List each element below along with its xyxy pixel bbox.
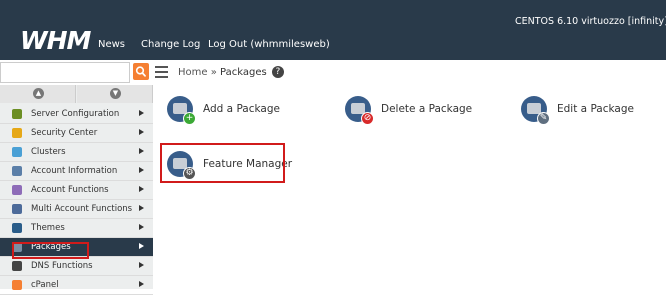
package-action-label: Add a Package	[203, 103, 280, 115]
delete-a-package-link[interactable]: ⊘ Delete a Package	[345, 96, 475, 126]
breadcrumb-separator: »	[210, 67, 217, 78]
whm-logo[interactable]: WHM	[20, 26, 91, 55]
chevron-right-icon	[139, 262, 144, 268]
chevron-right-icon	[139, 205, 144, 211]
sidebar-item-label: DNS Functions	[31, 261, 93, 271]
help-icon[interactable]: ?	[271, 66, 284, 78]
sidebar-item-clusters[interactable]: Clusters	[0, 143, 153, 162]
no-icon: ⊘	[361, 112, 374, 125]
search-button[interactable]	[133, 63, 149, 80]
sidebar-item-security-center[interactable]: Security Center	[0, 124, 153, 143]
server-config-icon	[12, 109, 22, 119]
chevron-down-icon: ▼	[110, 88, 121, 99]
package-action-label: Edit a Package	[557, 103, 634, 115]
sidebar-item-label: Security Center	[31, 128, 98, 138]
sidebar-item-label: Themes	[31, 223, 65, 233]
chevron-right-icon	[139, 281, 144, 287]
clusters-icon	[12, 147, 22, 157]
themes-icon	[12, 223, 22, 233]
chevron-right-icon	[139, 186, 144, 192]
chevron-right-icon	[139, 129, 144, 135]
chevron-right-icon	[139, 167, 144, 173]
sidebar-item-dns-functions[interactable]: DNS Functions	[0, 257, 153, 276]
search-icon	[135, 66, 146, 77]
chevron-right-icon	[139, 224, 144, 230]
sidebar-item-label: Server Configuration	[31, 109, 120, 119]
chevron-right-icon	[139, 243, 144, 249]
sidebar-item-themes[interactable]: Themes	[0, 219, 153, 238]
dns-icon	[12, 261, 22, 271]
breadcrumb-current: Packages	[220, 67, 267, 78]
breadcrumb-home[interactable]: Home	[178, 67, 208, 78]
multi-account-icon	[12, 204, 22, 214]
packages-highlight	[12, 242, 89, 259]
sidebar-item-account-functions[interactable]: Account Functions	[0, 181, 153, 200]
sidebar-item-server-configuration[interactable]: Server Configuration	[0, 105, 153, 124]
sidebar-item-label: Account Functions	[31, 185, 109, 195]
collapse-sidebar-icon[interactable]	[155, 66, 168, 78]
package-action-label: Delete a Package	[381, 103, 473, 115]
sidebar-item-account-information[interactable]: Account Information	[0, 162, 153, 181]
search-input[interactable]	[0, 62, 130, 83]
sidebar-item-cpanel[interactable]: cPanel	[0, 276, 153, 295]
sidebar-item-label: Multi Account Functions	[31, 204, 133, 214]
lock-icon	[12, 128, 22, 138]
chevron-right-icon	[139, 148, 144, 154]
account-functions-icon	[12, 185, 22, 195]
expand-all-button[interactable]: ▲	[0, 85, 76, 103]
account-info-icon	[12, 166, 22, 176]
plus-icon: +	[183, 112, 196, 125]
sidebar-item-label: Account Information	[31, 166, 118, 176]
system-info: CENTOS 6.10 virtuozzo [infinity] v	[515, 16, 666, 27]
add-a-package-link[interactable]: + Add a Package	[167, 96, 297, 126]
sidebar-item-multi-account-functions[interactable]: Multi Account Functions	[0, 200, 153, 219]
feature-manager-highlight	[160, 143, 285, 183]
top-bar: WHM News Change Log Log Out (whmmilesweb…	[0, 0, 666, 60]
sidebar-item-label: Clusters	[31, 147, 66, 157]
nav-link-logout[interactable]: Log Out (whmmilesweb)	[208, 39, 330, 50]
breadcrumb: Home » Packages ?	[178, 66, 284, 78]
nav-link-news[interactable]: News	[98, 39, 125, 50]
chevron-right-icon	[139, 110, 144, 116]
edit-a-package-link[interactable]: ✎ Edit a Package	[521, 96, 651, 126]
pencil-icon: ✎	[537, 112, 550, 125]
chevron-up-icon: ▲	[33, 88, 44, 99]
nav-link-change-log[interactable]: Change Log	[141, 39, 200, 50]
collapse-all-button[interactable]: ▼	[77, 85, 153, 103]
